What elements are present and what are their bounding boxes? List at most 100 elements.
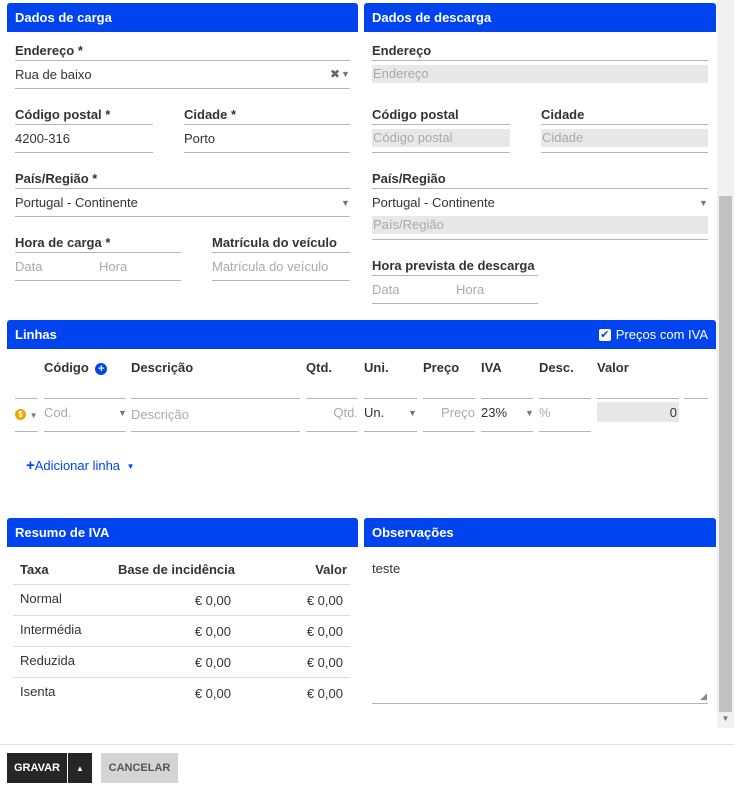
col-price: Preço <box>423 360 460 375</box>
chevron-down-icon: ▼ <box>126 462 135 471</box>
vat-row-divider <box>13 615 350 616</box>
loading-postal-input[interactable]: 4200-316 <box>15 131 70 146</box>
vat-rate-cell: Reduzida <box>20 653 75 668</box>
header-line <box>364 398 417 399</box>
code-select[interactable]: Cod. ▼ <box>44 405 127 425</box>
loading-hour-input[interactable]: Hora <box>99 259 127 274</box>
row-line <box>306 431 358 432</box>
chevron-down-icon[interactable]: ▼ <box>30 411 38 420</box>
checkbox-checked-icon[interactable]: ✔ <box>598 329 611 341</box>
unloading-city-input[interactable]: Cidade <box>541 129 708 147</box>
vat-rate-cell: Intermédia <box>20 622 82 637</box>
loading-date-input[interactable]: Data <box>15 259 42 274</box>
unloading-city-label: Cidade <box>541 107 585 122</box>
vat-col-value: Valor <box>315 562 347 577</box>
unloading-postal-input[interactable]: Código postal <box>372 129 510 147</box>
prices-with-vat-label: Preços com IVA <box>615 327 708 342</box>
loading-plate-input[interactable]: Matrícula do veículo <box>212 259 328 274</box>
loading-city-label: Cidade * <box>184 107 237 122</box>
notes-panel-title: Observações <box>372 525 454 540</box>
row-status-menu[interactable]: $ ▼ <box>15 406 38 421</box>
loading-address-top-line <box>15 60 350 61</box>
loading-city-input[interactable]: Porto <box>184 131 215 146</box>
unloading-panel-header: Dados de descarga <box>364 3 716 32</box>
prices-with-vat-toggle[interactable]: ✔ Preços com IVA <box>598 320 708 349</box>
row-line <box>364 431 417 432</box>
discount-input[interactable]: % <box>539 405 551 420</box>
row-line <box>44 431 126 432</box>
loading-panel-title: Dados de carga <box>15 10 112 25</box>
cancel-label: CANCELAR <box>108 762 171 774</box>
unloading-address-top-line <box>372 60 708 61</box>
loading-time-bottom-line <box>15 280 181 281</box>
unloading-postal-placeholder: Código postal <box>373 130 453 145</box>
unloading-postal-label: Código postal <box>372 107 459 122</box>
loading-address-label: Endereço * <box>15 43 83 58</box>
save-options-button[interactable]: ▲ <box>68 753 92 783</box>
header-line <box>131 398 300 399</box>
unloading-country-select[interactable]: Portugal - Continente ▼ <box>372 190 708 214</box>
unloading-hour-input[interactable]: Hora <box>456 282 484 297</box>
header-line <box>539 398 591 399</box>
unloading-time-top-line <box>372 275 538 276</box>
unloading-time-bottom-line <box>372 303 538 304</box>
header-line <box>306 398 358 399</box>
qty-input[interactable]: Qtd. <box>306 405 358 420</box>
vat-col-base: Base de incidência <box>117 562 235 577</box>
loading-country-value: Portugal - Continente <box>15 195 138 210</box>
unloading-postal-bottom-line <box>372 152 510 153</box>
vat-value-cell: € 0,00 <box>306 686 343 701</box>
lines-panel-title: Linhas <box>15 327 57 342</box>
row-line <box>15 431 38 432</box>
unloading-country-text[interactable]: País/Região <box>372 216 708 234</box>
add-code-icon[interactable]: + <box>95 363 108 375</box>
header-line <box>597 398 679 399</box>
scrollbar-thumb[interactable] <box>719 196 732 712</box>
line-row: $ ▼ Cod. ▼ Descrição Qtd. Un. ▼ Preço 23… <box>0 400 717 432</box>
line-value-box: 0 <box>597 402 679 422</box>
save-button[interactable]: GRAVAR <box>7 753 67 783</box>
col-description: Descrição <box>131 360 194 375</box>
unloading-country-bottom-line <box>372 239 708 240</box>
loading-country-label: País/Região * <box>15 171 98 186</box>
cancel-button[interactable]: CANCELAR <box>101 753 178 783</box>
unloading-date-input[interactable]: Data <box>372 282 399 297</box>
unloading-address-input[interactable]: Endereço <box>372 65 708 83</box>
row-line <box>539 431 591 432</box>
vat-row-divider <box>13 646 350 647</box>
unloading-postal-top-line <box>372 124 510 125</box>
row-line <box>481 431 533 432</box>
vat-select[interactable]: 23% ▼ <box>481 405 534 425</box>
col-value: Valor <box>597 360 629 375</box>
vat-value: 23% <box>481 405 508 420</box>
row-status-icon[interactable]: $ <box>15 409 26 420</box>
chevron-down-icon[interactable]: ▼ <box>341 69 350 79</box>
add-line-label: Adicionar linha <box>34 458 121 473</box>
vat-rate-cell: Normal <box>20 591 62 606</box>
unloading-city-top-line <box>541 124 708 125</box>
loading-plate-label: Matrícula do veículo <box>212 235 337 250</box>
lines-panel-header: Linhas ✔ Preços com IVA <box>7 320 716 349</box>
loading-postal-bottom-line <box>15 152 153 153</box>
clear-icon[interactable]: ✖ <box>330 67 340 81</box>
unloading-country-label: País/Região <box>372 171 446 186</box>
loading-country-top-line <box>15 188 350 189</box>
loading-time-top-line <box>15 252 181 253</box>
description-input[interactable]: Descrição <box>131 407 189 422</box>
header-line <box>481 398 533 399</box>
loading-address-bottom-line <box>15 88 350 89</box>
col-unit: Uni. <box>364 360 389 375</box>
loading-country-select[interactable]: Portugal - Continente ▼ <box>15 190 350 216</box>
notes-textarea[interactable]: teste ◢ <box>372 558 708 704</box>
loading-city-bottom-line <box>184 152 350 153</box>
vat-base-cell: € 0,00 <box>194 624 231 639</box>
price-input[interactable]: Preço <box>423 405 475 420</box>
loading-address-field[interactable]: Rua de baixo ✖ ▼ <box>15 63 350 88</box>
col-vat: IVA <box>481 360 502 375</box>
chevron-down-icon: ▼ <box>408 408 417 418</box>
unit-select[interactable]: Un. ▼ <box>364 405 417 425</box>
scroll-down-arrow-icon[interactable]: ▼ <box>719 713 732 725</box>
add-line-button[interactable]: +Adicionar linha ▼ <box>26 457 135 474</box>
col-code: Código + <box>44 360 108 375</box>
resize-handle-icon[interactable]: ◢ <box>700 692 707 701</box>
